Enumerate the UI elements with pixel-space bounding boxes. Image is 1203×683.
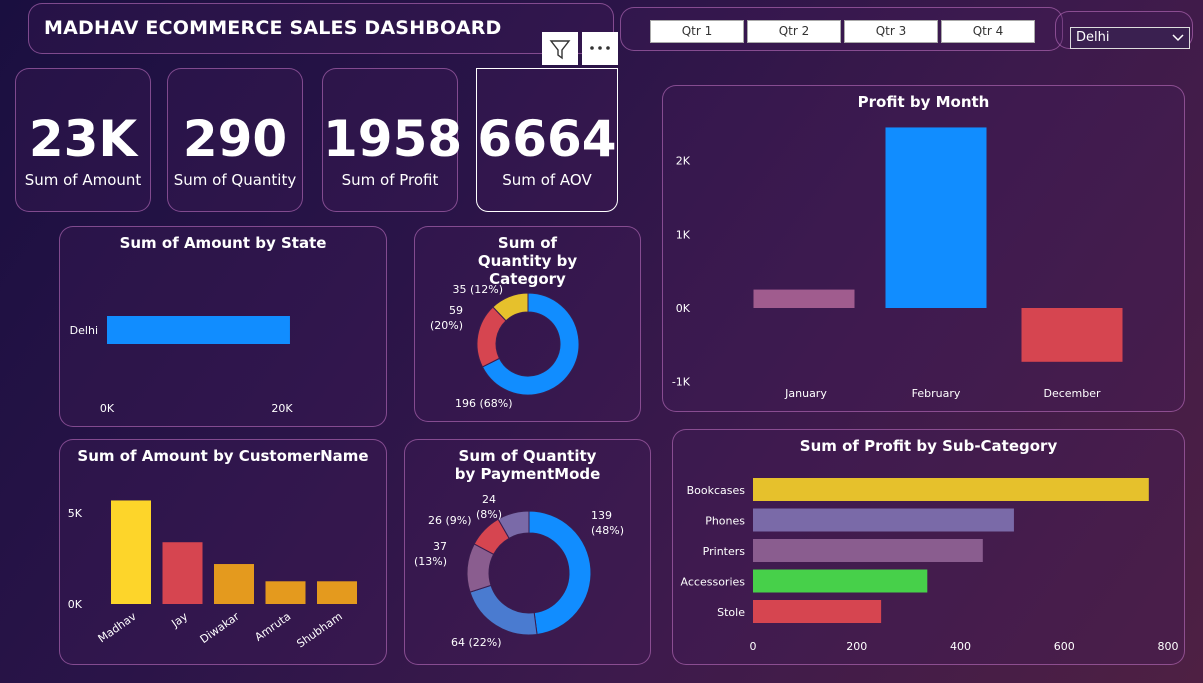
filter-icon[interactable] bbox=[542, 32, 578, 65]
dashboard-title: MADHAV ECOMMERCE SALES DASHBOARD bbox=[44, 17, 502, 39]
category-label: Phones bbox=[705, 515, 745, 528]
profit-by-month-card: Profit by Month January February December 2… bbox=[662, 85, 1185, 412]
kpi-value: 1958 bbox=[323, 110, 463, 168]
kpi-value: 290 bbox=[182, 110, 288, 168]
amount-by-state-chart: Delhi 0K 20K bbox=[70, 316, 293, 415]
bar bbox=[317, 581, 357, 604]
qtr4-button[interactable]: Qtr 4 bbox=[941, 20, 1035, 43]
category-label: Stole bbox=[717, 606, 745, 619]
kpi-card-profit: 1958 Sum of Profit bbox=[322, 68, 463, 212]
qty-by-payment-chart: 139 (48%) 64 (22%) 37 (13%) 26 (9%) 24 (8%) bbox=[414, 493, 624, 649]
category-label: Delhi bbox=[70, 324, 98, 337]
data-label: (20%) bbox=[430, 319, 463, 332]
qty-by-category-card: Sum of Quantity by Category 196 (68%) 59(… bbox=[414, 226, 641, 422]
bar bbox=[753, 478, 1149, 501]
data-label: 64 (22%) bbox=[451, 636, 502, 649]
kpi-card-aov[interactable]: 6664 Sum of AOV bbox=[476, 68, 618, 212]
donut-slice bbox=[528, 510, 592, 636]
bar bbox=[214, 564, 254, 604]
kpi-label: Sum of Profit bbox=[341, 171, 439, 189]
state-dropdown[interactable]: Delhi bbox=[1070, 27, 1190, 49]
bar bbox=[753, 539, 983, 562]
bar bbox=[753, 600, 882, 623]
y-tick-label: 2K bbox=[676, 155, 691, 168]
x-tick-label: Shubham bbox=[294, 610, 344, 651]
bar bbox=[885, 127, 987, 308]
category-label: Bookcases bbox=[687, 484, 746, 497]
bar bbox=[1021, 308, 1123, 362]
category-label: Printers bbox=[703, 545, 746, 558]
qty-by-category-chart: 196 (68%) 59 (20%) 35 (12%) bbox=[430, 283, 580, 410]
bar bbox=[162, 542, 203, 604]
kpi-label: Sum of Quantity bbox=[173, 171, 297, 189]
kpi-label: Sum of AOV bbox=[502, 171, 592, 189]
data-label: 59 bbox=[449, 304, 463, 317]
x-tick-label: 800 bbox=[1158, 640, 1179, 653]
x-tick-label: 20K bbox=[271, 402, 293, 415]
y-tick-label: 0K bbox=[68, 598, 83, 611]
x-tick-label: 200 bbox=[846, 640, 867, 653]
x-tick-label: Jay bbox=[168, 610, 190, 631]
x-tick-label: Amruta bbox=[252, 610, 293, 644]
x-tick-label: December bbox=[1043, 387, 1101, 400]
qtr1-button[interactable]: Qtr 1 bbox=[650, 20, 744, 43]
qtr2-button[interactable]: Qtr 2 bbox=[747, 20, 841, 43]
bar bbox=[753, 569, 928, 593]
qty-by-payment-card: Sum of Quantity by PaymentMode 139 (48%) 6… bbox=[404, 439, 651, 665]
bar bbox=[265, 581, 306, 604]
donut-slice bbox=[469, 584, 538, 636]
kpi-value: 23K bbox=[28, 110, 138, 168]
bar bbox=[753, 289, 855, 308]
x-tick-label: 600 bbox=[1054, 640, 1075, 653]
chevron-down-icon bbox=[1171, 28, 1185, 55]
data-label: (48%) bbox=[591, 524, 624, 537]
amount-by-customer-chart: Madhav Jay Diwakar Amruta Shubham 0K 5K bbox=[68, 500, 357, 651]
profit-by-subcategory-card: Sum of Profit by Sub-Category Bookcases P… bbox=[672, 429, 1185, 665]
data-label: 196 (68%) bbox=[455, 397, 513, 410]
x-tick-label: Madhav bbox=[96, 610, 139, 646]
amount-by-state-card: Sum of Amount by State Delhi 0K 20K bbox=[59, 226, 387, 427]
y-tick-label: -1K bbox=[672, 376, 691, 389]
profit-by-month-chart: January February December 2K 1K 0K -1K bbox=[672, 127, 1123, 400]
y-tick-label: 1K bbox=[676, 228, 691, 241]
bar bbox=[107, 316, 290, 344]
profit-by-subcategory-chart: Bookcases Phones Printers Accessories Stole 0… bbox=[681, 478, 1179, 653]
data-label: 37 bbox=[433, 540, 447, 553]
amount-by-customer-card: Sum of Amount by CustomerName Madhav Jay D… bbox=[59, 439, 387, 665]
quarter-slicer: Qtr 1 Qtr 2 Qtr 3 Qtr 4 bbox=[620, 7, 1063, 51]
y-tick-label: 0K bbox=[676, 302, 691, 315]
x-tick-label: January bbox=[784, 387, 827, 400]
bar bbox=[753, 508, 1014, 532]
x-tick-label: Diwakar bbox=[198, 610, 242, 647]
kpi-card-quantity: 290 Sum of Quantity bbox=[167, 68, 303, 212]
x-tick-label: February bbox=[912, 387, 961, 400]
category-label: Accessories bbox=[681, 576, 746, 589]
data-label: 26 (9%) bbox=[428, 514, 472, 527]
more-options-icon[interactable] bbox=[582, 32, 618, 65]
x-tick-label: 0 bbox=[750, 640, 757, 653]
data-label: 35 (12%) bbox=[452, 283, 503, 296]
state-slicer: Delhi bbox=[1055, 11, 1193, 49]
state-dropdown-value: Delhi bbox=[1076, 30, 1110, 45]
data-label: (8%) bbox=[476, 508, 502, 521]
data-label: 139 bbox=[591, 509, 612, 522]
data-label: (13%) bbox=[414, 555, 447, 568]
kpi-value: 6664 bbox=[477, 110, 617, 168]
y-tick-label: 5K bbox=[68, 507, 83, 520]
x-tick-label: 0K bbox=[100, 402, 115, 415]
bar bbox=[111, 500, 151, 604]
data-label: 24 bbox=[482, 493, 496, 506]
x-tick-label: 400 bbox=[950, 640, 971, 653]
qtr3-button[interactable]: Qtr 3 bbox=[844, 20, 938, 43]
dashboard-title-card: MADHAV ECOMMERCE SALES DASHBOARD bbox=[28, 3, 614, 54]
kpi-card-amount: 23K Sum of Amount bbox=[15, 68, 151, 212]
kpi-label: Sum of Amount bbox=[24, 171, 142, 189]
